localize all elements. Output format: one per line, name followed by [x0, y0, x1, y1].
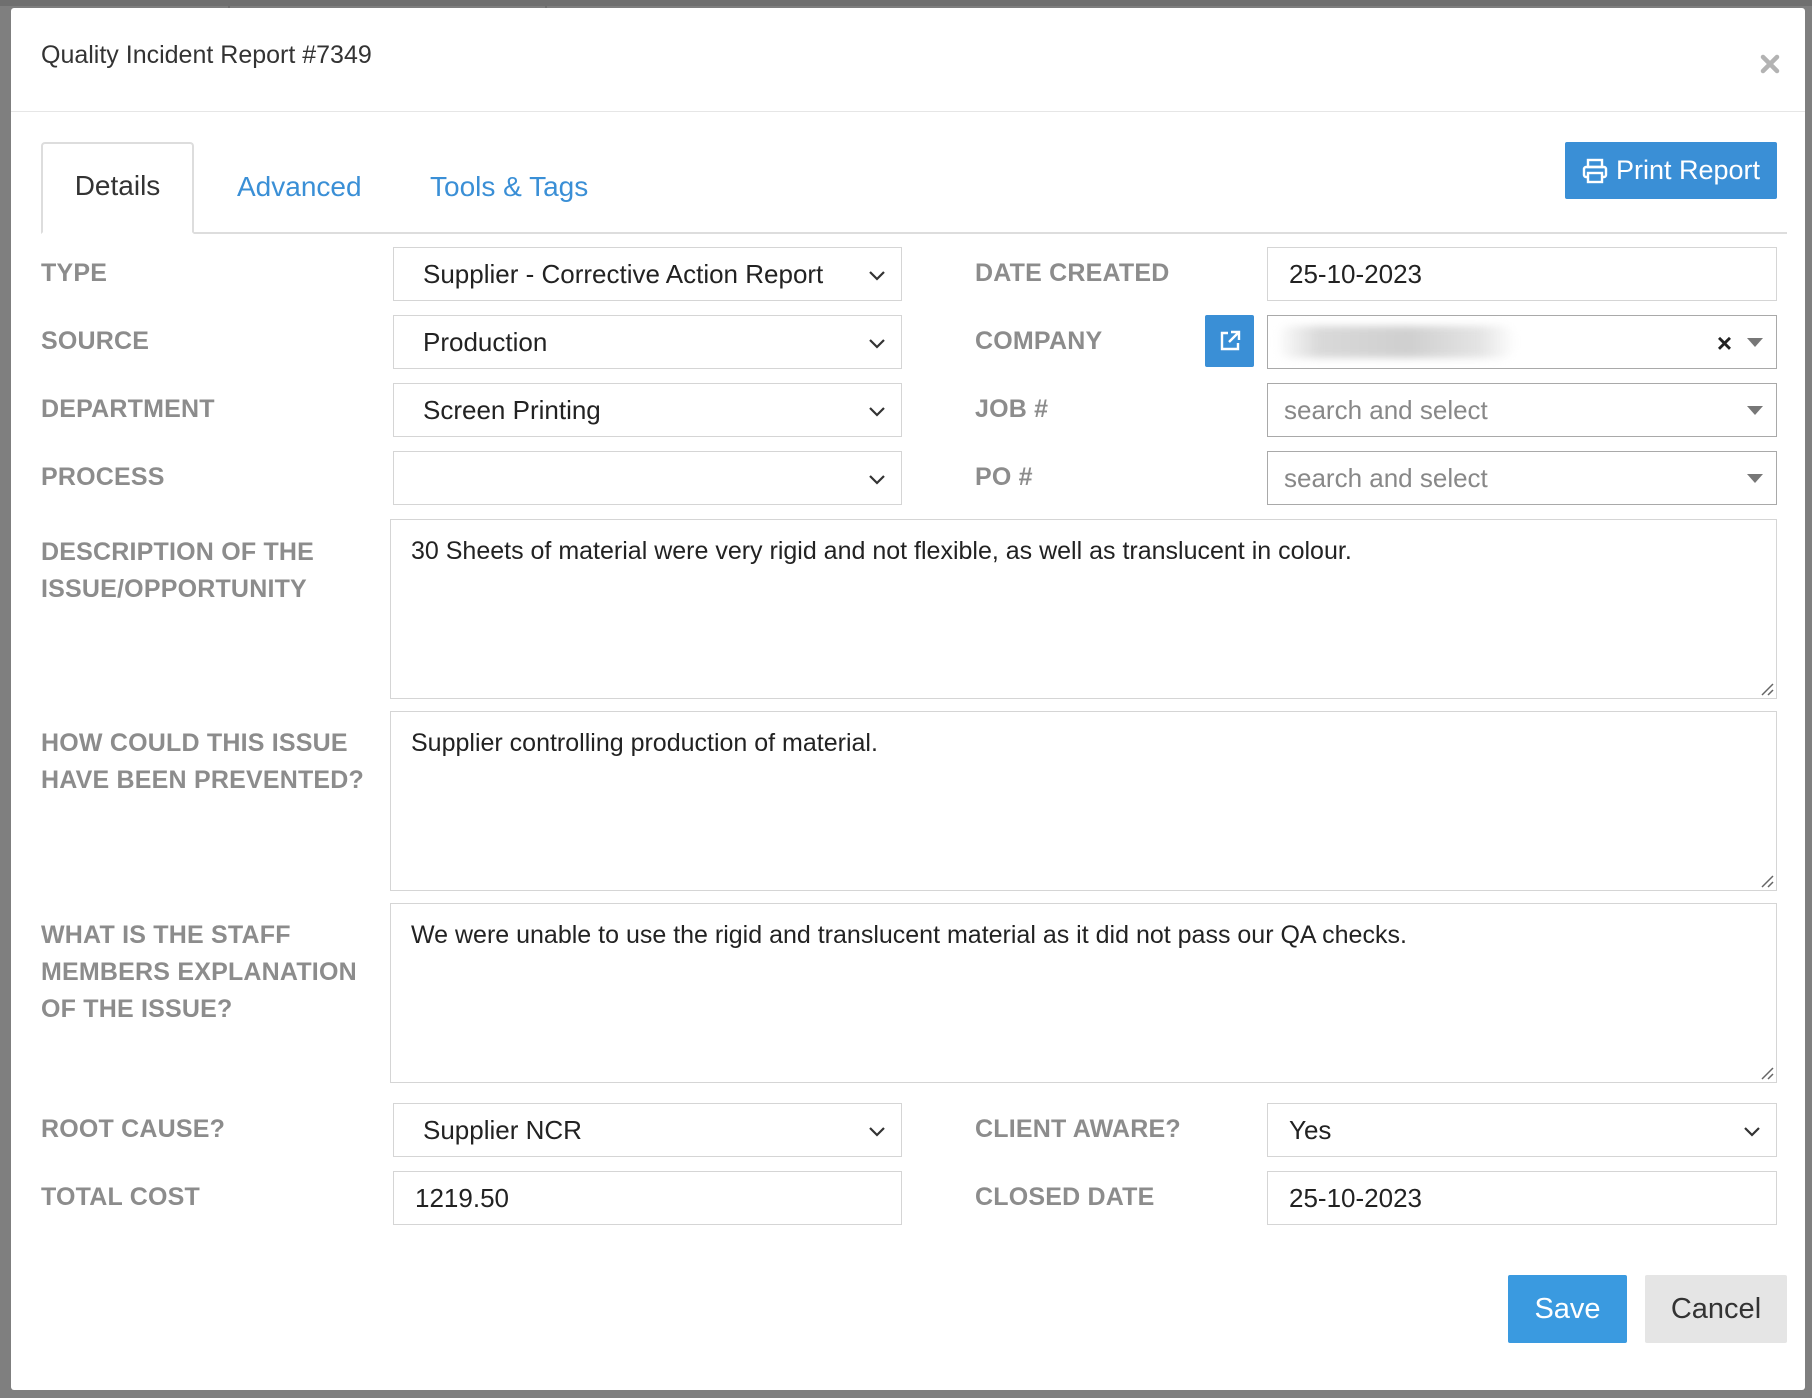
- print-report-button[interactable]: Print Report: [1565, 142, 1777, 199]
- department-value: Screen Printing: [423, 395, 601, 425]
- incident-report-modal: Quality Incident Report #7349 Details Ad…: [11, 8, 1805, 1390]
- date-created-label: DATE CREATED: [975, 259, 1170, 287]
- tab-details[interactable]: Details: [41, 142, 194, 234]
- close-button[interactable]: [1752, 46, 1788, 82]
- chevron-down-icon: [869, 407, 885, 417]
- backdrop-divider: [0, 0, 1812, 6]
- external-link-icon: [1220, 330, 1240, 351]
- clear-icon[interactable]: ×: [1717, 317, 1732, 369]
- client-aware-value: Yes: [1289, 1115, 1332, 1145]
- cancel-button[interactable]: Cancel: [1645, 1275, 1787, 1343]
- closed-date-input[interactable]: 25-10-2023: [1267, 1171, 1777, 1225]
- source-value: Production: [423, 327, 548, 357]
- description-label: DESCRIPTION OF THE ISSUE/OPPORTUNITY: [41, 534, 314, 608]
- department-label: DEPARTMENT: [41, 395, 215, 423]
- client-aware-label: CLIENT AWARE?: [975, 1115, 1181, 1143]
- client-aware-select[interactable]: Yes: [1267, 1103, 1777, 1157]
- description-label-line: DESCRIPTION OF THE: [41, 538, 315, 566]
- prevention-label-line: HOW COULD THIS ISSUE: [41, 729, 348, 757]
- close-icon: [1760, 54, 1780, 74]
- company-label: COMPANY: [975, 327, 1103, 355]
- chevron-down-icon: [1744, 1127, 1760, 1137]
- job-placeholder: search and select: [1284, 395, 1488, 425]
- total-cost-input[interactable]: 1219.50: [393, 1171, 902, 1225]
- description-text: 30 Sheets of material were very rigid an…: [411, 537, 1352, 565]
- root-cause-value: Supplier NCR: [423, 1115, 582, 1145]
- prevention-textarea[interactable]: Supplier controlling production of mater…: [390, 711, 1777, 891]
- tab-bar: Details Advanced Tools & Tags: [41, 142, 1787, 234]
- prevention-text: Supplier controlling production of mater…: [411, 729, 878, 757]
- print-report-label: Print Report: [1615, 155, 1761, 185]
- root-cause-label: ROOT CAUSE?: [41, 1115, 226, 1143]
- prevention-label: HOW COULD THIS ISSUE HAVE BEEN PREVENTED…: [41, 725, 364, 799]
- department-select[interactable]: Screen Printing: [393, 383, 902, 437]
- dropdown-caret-icon: [1747, 338, 1763, 347]
- po-placeholder: search and select: [1284, 463, 1488, 493]
- po-label: PO #: [975, 463, 1033, 491]
- source-select[interactable]: Production: [393, 315, 902, 369]
- chevron-down-icon: [869, 271, 885, 281]
- dropdown-caret-icon: [1747, 406, 1763, 415]
- description-textarea[interactable]: 30 Sheets of material were very rigid an…: [390, 519, 1777, 699]
- job-label: JOB #: [975, 395, 1049, 423]
- resize-grip-icon[interactable]: [1758, 872, 1774, 888]
- source-label: SOURCE: [41, 327, 150, 355]
- save-button[interactable]: Save: [1508, 1275, 1627, 1343]
- modal-header: Quality Incident Report #7349: [11, 8, 1805, 112]
- backdrop-divider: [545, 0, 547, 8]
- staff-explanation-textarea[interactable]: We were unable to use the rigid and tran…: [390, 903, 1777, 1083]
- tab-advanced[interactable]: Advanced: [237, 142, 362, 232]
- chevron-down-icon: [869, 475, 885, 485]
- tab-tools-tags[interactable]: Tools & Tags: [430, 142, 588, 232]
- staff-explanation-label-line: WHAT IS THE STAFF: [41, 921, 291, 949]
- staff-explanation-text: We were unable to use the rigid and tran…: [411, 921, 1407, 949]
- root-cause-select[interactable]: Supplier NCR: [393, 1103, 902, 1157]
- backdrop-divider: [228, 0, 230, 8]
- company-select[interactable]: ×: [1267, 315, 1777, 369]
- dropdown-caret-icon: [1747, 474, 1763, 483]
- printer-icon: [1582, 158, 1608, 183]
- po-select[interactable]: search and select: [1267, 451, 1777, 505]
- resize-grip-icon[interactable]: [1758, 680, 1774, 696]
- job-select[interactable]: search and select: [1267, 383, 1777, 437]
- staff-explanation-label-line: OF THE ISSUE?: [41, 995, 233, 1023]
- prevention-label-line: HAVE BEEN PREVENTED?: [41, 766, 365, 794]
- type-label: TYPE: [41, 259, 108, 287]
- date-created-input[interactable]: 25-10-2023: [1267, 247, 1777, 301]
- process-label: PROCESS: [41, 463, 165, 491]
- type-value: Supplier - Corrective Action Report: [423, 259, 824, 289]
- process-select[interactable]: [393, 451, 902, 505]
- total-cost-label: TOTAL COST: [41, 1183, 200, 1211]
- open-company-button[interactable]: [1205, 315, 1254, 367]
- chevron-down-icon: [869, 339, 885, 349]
- type-select[interactable]: Supplier - Corrective Action Report: [393, 247, 902, 301]
- description-label-line: ISSUE/OPPORTUNITY: [41, 575, 307, 603]
- staff-explanation-label: WHAT IS THE STAFF MEMBERS EXPLANATION OF…: [41, 917, 357, 1028]
- company-value-redacted: [1276, 326, 1516, 358]
- closed-date-label: CLOSED DATE: [975, 1183, 1155, 1211]
- chevron-down-icon: [869, 1127, 885, 1137]
- modal-title: Quality Incident Report #7349: [41, 41, 372, 69]
- resize-grip-icon[interactable]: [1758, 1064, 1774, 1080]
- staff-explanation-label-line: MEMBERS EXPLANATION: [41, 958, 357, 986]
